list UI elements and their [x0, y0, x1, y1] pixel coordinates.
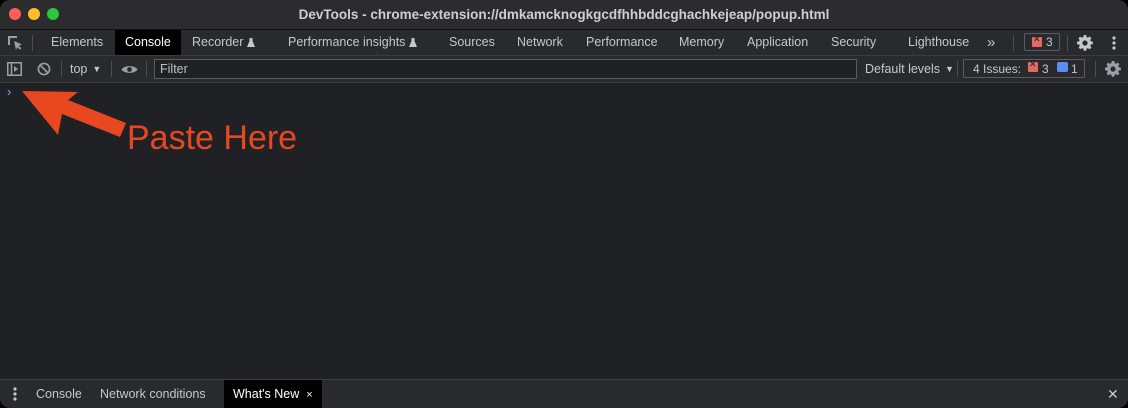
tab-elements[interactable]: Elements [42, 30, 112, 55]
context-selector[interactable]: top ▼ [70, 56, 101, 82]
flask-icon [409, 38, 418, 47]
inspect-element-icon[interactable] [6, 34, 24, 52]
console-prompt[interactable]: › [7, 84, 11, 99]
close-drawer-button[interactable]: ✕ [1107, 380, 1119, 408]
tab-application[interactable]: Application [738, 30, 817, 55]
toolbar-divider [111, 61, 112, 77]
error-count-badge[interactable]: 3 [1024, 33, 1060, 51]
console-toolbar: top▼ Default levels▼ 4 Issues: 3 1 [0, 56, 1128, 83]
toolbar-divider [1067, 35, 1068, 51]
drawer-menu-icon[interactable] [13, 387, 17, 401]
console-output[interactable]: › Paste Here [0, 83, 1128, 379]
toolbar-divider [32, 35, 33, 51]
caret-down-icon: ▼ [92, 64, 102, 74]
window-title: DevTools - chrome-extension://dmkamcknog… [298, 7, 830, 22]
clear-console-icon[interactable] [37, 62, 51, 76]
filter-input[interactable] [154, 59, 857, 79]
sidebar-toggle-icon[interactable] [7, 62, 22, 76]
more-tabs-button[interactable]: » [987, 30, 995, 55]
error-count: 3 [1046, 35, 1053, 49]
drawer-tab-bar: Console Network conditions What's New × ✕ [0, 379, 1128, 408]
drawer-tab-console[interactable]: Console [27, 380, 91, 408]
more-vert-icon[interactable] [1112, 36, 1116, 50]
arrow-annotation [22, 91, 126, 137]
log-levels-dropdown[interactable]: Default levels ▼ [865, 56, 954, 82]
tab-recorder[interactable]: Recorder [182, 30, 265, 55]
caret-down-icon: ▼ [945, 64, 954, 74]
toolbar-divider [1013, 35, 1014, 51]
title-bar: DevTools - chrome-extension://dmkamcknog… [0, 0, 1128, 30]
tab-network[interactable]: Network [508, 30, 572, 55]
gear-icon[interactable] [1077, 35, 1093, 51]
tab-sources[interactable]: Sources [440, 30, 504, 55]
tab-security[interactable]: Security [822, 30, 885, 55]
eye-icon[interactable] [121, 64, 138, 75]
toolbar-divider [1095, 61, 1096, 77]
issues-error-count: 3 [1042, 62, 1049, 76]
toolbar-divider [61, 61, 62, 77]
toolbar-divider [957, 61, 958, 77]
info-message-icon [1057, 62, 1068, 72]
error-icon [1032, 34, 1042, 47]
tab-console[interactable]: Console [115, 30, 181, 55]
toolbar-divider [146, 61, 147, 77]
devtools-window: DevTools - chrome-extension://dmkamcknog… [0, 0, 1128, 408]
tab-lighthouse[interactable]: Lighthouse [899, 30, 978, 55]
drawer-tab-network-conditions[interactable]: Network conditions [91, 380, 215, 408]
tab-memory[interactable]: Memory [670, 30, 733, 55]
paste-here-annotation: Paste Here [127, 119, 298, 157]
issues-counter[interactable]: 4 Issues: 3 1 [963, 59, 1085, 78]
tab-performance[interactable]: Performance [577, 30, 667, 55]
tab-performance-insights[interactable]: Performance insights [279, 30, 426, 55]
panel-tab-bar: Elements Console Recorder Performance in… [0, 30, 1128, 56]
issues-info-count: 1 [1071, 62, 1078, 76]
drawer-tab-whats-new[interactable]: What's New × [224, 380, 322, 408]
issues-label: 4 Issues: [973, 62, 1022, 76]
error-icon [1028, 59, 1038, 72]
close-icon[interactable]: × [306, 389, 312, 401]
gear-icon[interactable] [1105, 61, 1121, 77]
flask-icon [247, 38, 256, 47]
